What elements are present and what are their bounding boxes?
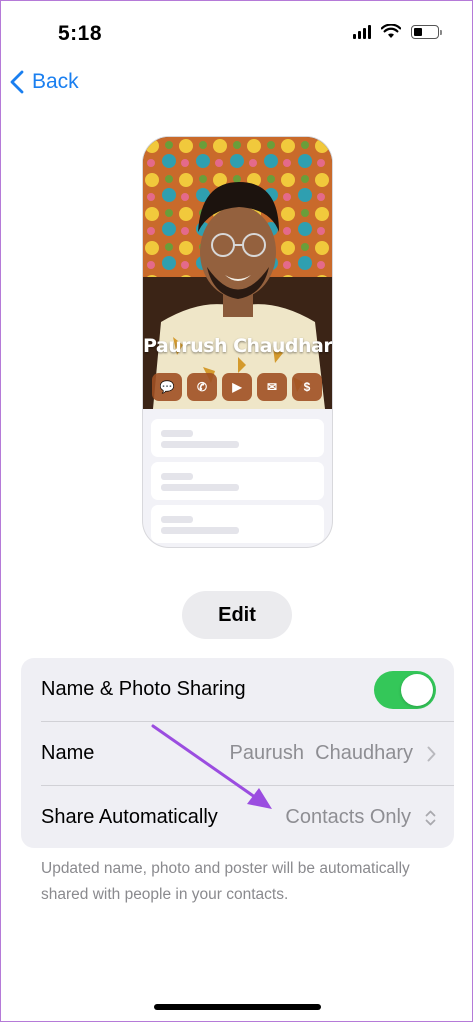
share-automatically-label: Share Automatically xyxy=(41,806,218,828)
sharing-settings-group: Name & Photo Sharing Name Paurush Chaudh… xyxy=(21,658,454,848)
contact-poster-preview[interactable]: Paurush Chaudhary 💬 ✆ ▶ ✉ $ xyxy=(143,137,332,547)
share-automatically-value: Contacts Only xyxy=(285,806,411,828)
name-photo-sharing-row: Name & Photo Sharing xyxy=(41,658,436,721)
name-value-group: Paurush Chaudhary xyxy=(230,742,436,765)
placeholder-card-list xyxy=(151,419,324,547)
cellular-signal-icon xyxy=(353,24,371,39)
status-icons xyxy=(353,24,442,39)
wifi-icon xyxy=(381,24,401,38)
sharing-footnote: Updated name, photo and poster will be a… xyxy=(41,860,410,903)
mail-icon: ✉ xyxy=(257,373,287,401)
battery-icon xyxy=(411,24,442,39)
poster-photo: Paurush Chaudhary 💬 ✆ ▶ ✉ $ xyxy=(143,137,332,409)
poster-name: Paurush Chaudhary xyxy=(143,335,332,357)
edit-button[interactable]: Edit xyxy=(182,591,292,639)
share-automatically-picker[interactable]: Contacts Only xyxy=(285,806,436,829)
toggle-knob xyxy=(401,673,433,706)
name-label: Name xyxy=(41,742,95,764)
home-indicator[interactable] xyxy=(154,1004,321,1010)
pay-icon: $ xyxy=(292,373,322,401)
poster-image xyxy=(143,137,332,409)
name-value: Paurush Chaudhary xyxy=(229,742,413,764)
message-icon: 💬 xyxy=(152,373,182,401)
chevron-right-icon xyxy=(427,746,436,761)
name-photo-sharing-label: Name & Photo Sharing xyxy=(41,678,246,700)
status-time: 5:18 xyxy=(58,22,103,45)
chevron-up-down-icon xyxy=(425,810,436,825)
placeholder-card xyxy=(151,505,324,543)
poster-action-bar: 💬 ✆ ▶ ✉ $ xyxy=(152,373,322,401)
name-photo-sharing-toggle[interactable] xyxy=(374,670,436,709)
name-row[interactable]: Name Paurush Chaudhary xyxy=(41,722,436,785)
video-icon: ▶ xyxy=(222,373,252,401)
battery-level xyxy=(414,27,422,36)
back-label: Back xyxy=(32,70,79,93)
share-automatically-row[interactable]: Share Automatically Contacts Only xyxy=(41,786,436,849)
placeholder-card xyxy=(151,462,324,500)
phone-icon: ✆ xyxy=(187,373,217,401)
chevron-left-icon xyxy=(10,70,24,94)
placeholder-card xyxy=(151,419,324,457)
back-button[interactable]: Back xyxy=(10,70,79,94)
